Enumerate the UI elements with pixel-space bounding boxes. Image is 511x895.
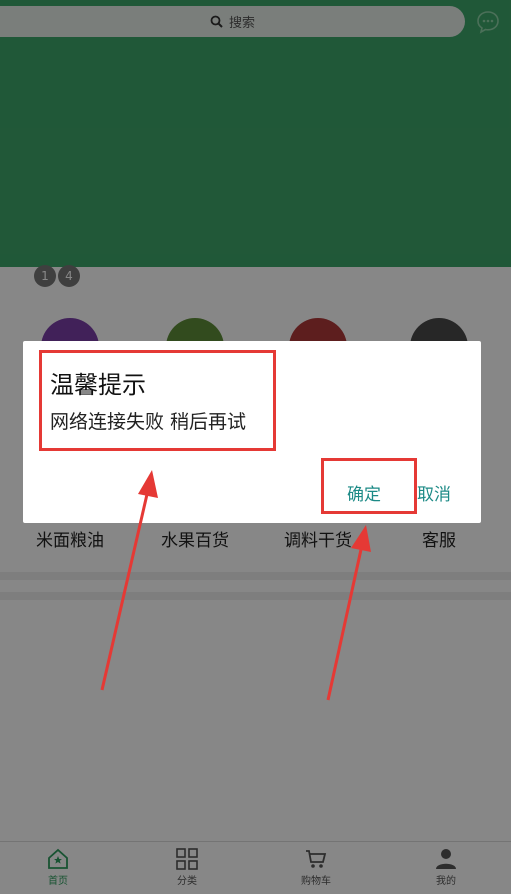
cancel-button[interactable]: 取消 bbox=[417, 480, 451, 505]
confirm-highlight-box bbox=[321, 458, 417, 514]
title-highlight-box bbox=[39, 350, 276, 451]
